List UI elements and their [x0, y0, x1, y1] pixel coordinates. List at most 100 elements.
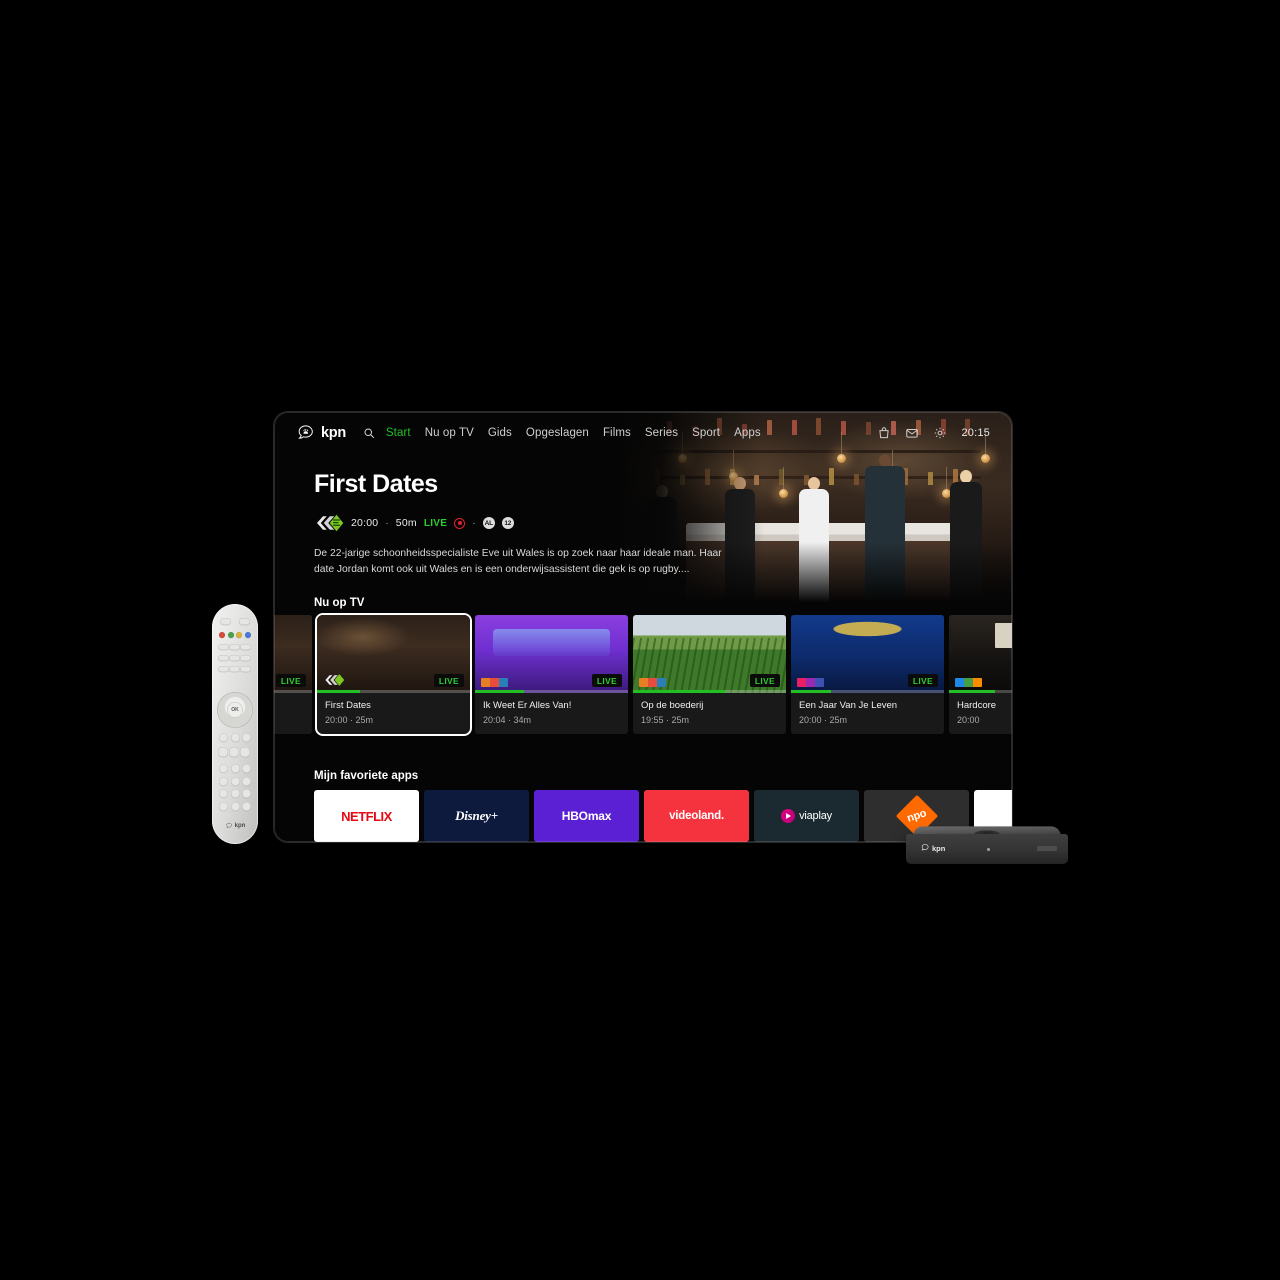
gear-icon[interactable]	[933, 426, 947, 440]
nav-right-icons: 20:15	[877, 426, 990, 440]
program-card[interactable]: LIVE Ik Weet Er Alles Van! 20:04 · 34m	[475, 615, 628, 734]
program-card[interactable]: LIVE First Dates 20:00 · 25m	[317, 615, 470, 734]
app-tile-viaplay[interactable]: viaplay	[754, 790, 859, 842]
number-key-12[interactable]	[242, 802, 251, 811]
control-key-1[interactable]	[229, 747, 239, 757]
hero-details: First Dates 20:00 · 50m LIVE · AL 12 De …	[314, 472, 754, 578]
dpad[interactable]: OK	[217, 692, 253, 728]
program-card-body: Een Jaar Van Je Leven 20:00 · 25m	[791, 693, 944, 734]
program-card-body: First Dates 20:00 · 25m	[317, 693, 470, 734]
rating-badge-12: 12	[502, 517, 514, 529]
color-key-3[interactable]	[245, 632, 251, 638]
nav-key-0[interactable]	[218, 666, 229, 672]
number-key-3[interactable]	[242, 764, 251, 773]
row-title-apps: Mijn favoriete apps	[314, 770, 418, 782]
control-key-0[interactable]	[218, 747, 228, 757]
number-key-11[interactable]	[231, 802, 240, 811]
app-tile-hbomax[interactable]: HBOmax	[534, 790, 639, 842]
program-card-body: Op de boederij 19:55 · 25m	[633, 693, 786, 734]
color-key-0[interactable]	[219, 632, 225, 638]
fn-key-1[interactable]	[229, 644, 240, 650]
meta-separator-1: ·	[385, 517, 389, 529]
hero-metadata: 20:00 · 50m LIVE · AL 12	[314, 513, 754, 533]
app-label: viaplay	[799, 810, 832, 822]
back-button[interactable]	[219, 733, 228, 742]
media-key-1[interactable]	[229, 655, 240, 661]
app-tile-netflix[interactable]: NETFLIX	[314, 790, 419, 842]
app-tile-disney[interactable]: Disney+	[424, 790, 529, 842]
kpn-mark-icon	[296, 424, 315, 443]
product-composition: kpn Start Nu op TV Gids Opgeslagen Films Seri…	[0, 0, 1280, 1280]
nav-key-1[interactable]	[229, 666, 240, 672]
color-key-1[interactable]	[228, 632, 234, 638]
search-icon[interactable]	[363, 427, 375, 439]
nav-item-gids[interactable]: Gids	[488, 427, 512, 439]
nav-item-opgeslagen[interactable]: Opgeslagen	[526, 427, 589, 439]
progress-bar	[949, 690, 1012, 693]
menu-button[interactable]	[242, 733, 251, 742]
program-card-body: Hardcore 20:00	[949, 693, 1012, 734]
number-key-6[interactable]	[242, 777, 251, 786]
color-key-2[interactable]	[236, 632, 242, 638]
page-title: First Dates	[314, 472, 754, 497]
rail-favorite-apps[interactable]: NETFLIX Disney+ HBOmax videoland. viaplay npo…	[274, 790, 1012, 842]
remote-control[interactable]: OK kpn	[212, 604, 258, 844]
number-key-4[interactable]	[219, 777, 228, 786]
set-top-box: kpn	[906, 822, 1068, 866]
number-key-2[interactable]	[231, 764, 240, 773]
program-time: 20:04 · 34m	[483, 715, 620, 725]
live-badge: LIVE	[592, 674, 622, 687]
app-label: Disney+	[455, 808, 498, 824]
media-key-0[interactable]	[218, 655, 229, 661]
fn-key-0[interactable]	[218, 644, 229, 650]
number-key-5[interactable]	[231, 777, 240, 786]
program-thumbnail: LIVE	[274, 615, 312, 693]
stb-brand-logo: kpn	[920, 843, 945, 853]
nav-items: Start Nu op TV Gids Opgeslagen Films Series Sp…	[386, 427, 761, 439]
live-badge: LIVE	[424, 518, 447, 529]
nav-item-sport[interactable]: Sport	[692, 427, 720, 439]
row-title-nu-op-tv: Nu op TV	[314, 597, 364, 609]
program-card[interactable]: LIVE First Dates 20:00 · 25m	[274, 615, 312, 734]
program-time: 19:55 · 25m	[641, 715, 778, 725]
record-icon[interactable]	[454, 518, 465, 529]
nav-item-films[interactable]: Films	[603, 427, 631, 439]
power-button[interactable]	[220, 618, 231, 625]
nav-item-series[interactable]: Series	[645, 427, 678, 439]
number-key-1[interactable]	[219, 764, 228, 773]
nav-item-nu-op-tv[interactable]: Nu op TV	[425, 427, 474, 439]
shopping-bag-icon[interactable]	[877, 426, 891, 440]
app-label: NETFLIX	[341, 809, 392, 824]
fn-key-2[interactable]	[240, 644, 251, 650]
rail-nu-op-tv[interactable]: LIVE First Dates 20:00 · 25m LIVE First Date…	[274, 615, 1012, 734]
program-card[interactable]: Hardcore 20:00	[949, 615, 1012, 734]
program-card-body: Ik Weet Er Alles Van! 20:04 · 34m	[475, 693, 628, 734]
number-key-8[interactable]	[231, 789, 240, 798]
channel-logo-icon	[314, 513, 344, 533]
hero-start-time: 20:00	[351, 517, 378, 529]
home-button[interactable]	[231, 733, 240, 742]
channel-badge	[797, 678, 824, 687]
mail-icon[interactable]	[905, 426, 919, 440]
program-title: First Dates	[325, 700, 462, 711]
number-key-7[interactable]	[219, 789, 228, 798]
program-card[interactable]: LIVE Op de boederij 19:55 · 25m	[633, 615, 786, 734]
number-key-9[interactable]	[242, 789, 251, 798]
stb-status-led	[987, 848, 990, 851]
program-title: Hardcore	[957, 700, 1012, 711]
number-key-10[interactable]	[219, 802, 228, 811]
nav-key-2[interactable]	[240, 666, 251, 672]
tv-button[interactable]	[239, 618, 250, 625]
app-tile-videoland[interactable]: videoland.	[644, 790, 749, 842]
nav-item-apps[interactable]: Apps	[734, 427, 761, 439]
control-key-2[interactable]	[240, 747, 250, 757]
program-title: Een Jaar Van Je Leven	[799, 700, 936, 711]
nav-item-start[interactable]: Start	[386, 427, 411, 439]
program-title: Op de boederij	[641, 700, 778, 711]
program-thumbnail: LIVE	[317, 615, 470, 693]
program-title: First Dates	[274, 700, 304, 711]
program-thumbnail: LIVE	[791, 615, 944, 693]
ok-button[interactable]: OK	[227, 702, 243, 718]
program-card[interactable]: LIVE Een Jaar Van Je Leven 20:00 · 25m	[791, 615, 944, 734]
media-key-2[interactable]	[240, 655, 251, 661]
